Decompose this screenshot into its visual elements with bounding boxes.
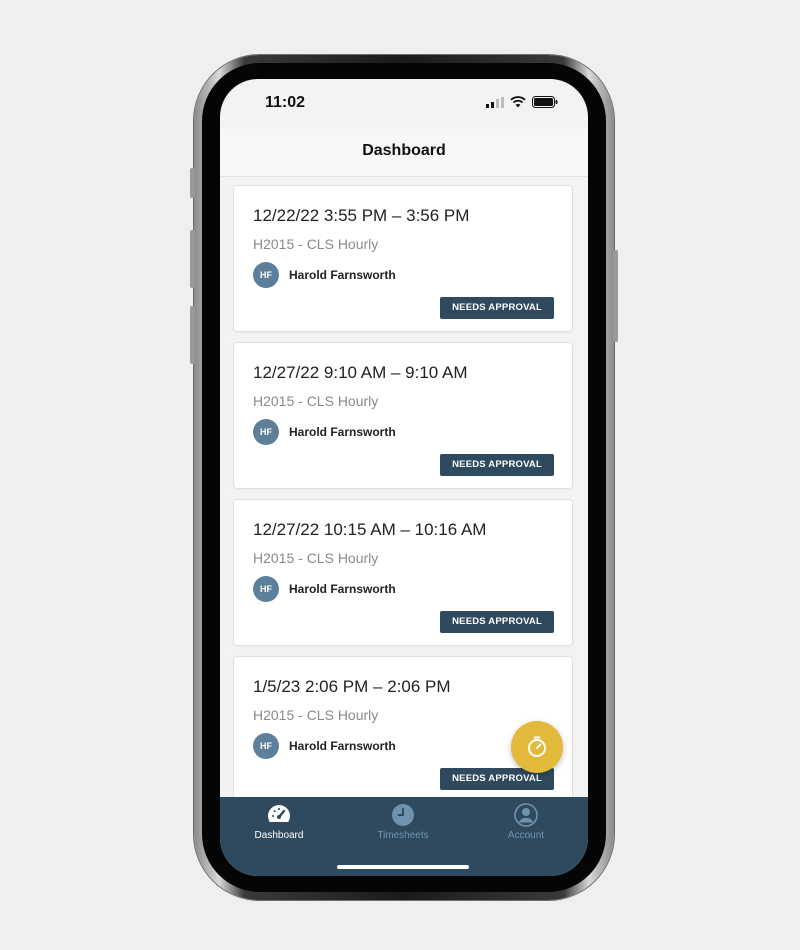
entry-user-name: Harold Farnsworth — [289, 425, 396, 439]
clock-icon — [392, 804, 414, 826]
user-icon — [514, 803, 538, 827]
entry-job-code: H2015 - CLS Hourly — [253, 707, 379, 723]
timesheet-entry-list[interactable]: 12/22/22 3:55 PM – 3:56 PM H2015 - CLS H… — [220, 176, 588, 797]
entry-time-range: 12/27/22 9:10 AM – 9:10 AM — [253, 363, 468, 382]
tab-label: Dashboard — [254, 830, 304, 841]
entry-job-code: H2015 - CLS Hourly — [253, 393, 379, 409]
timer-icon — [528, 736, 546, 757]
clock-in-fab[interactable] — [511, 721, 563, 773]
wifi-icon — [510, 96, 526, 108]
avatar: HF — [253, 262, 279, 288]
entry-time-range: 12/22/22 3:55 PM – 3:56 PM — [253, 206, 470, 225]
timesheet-entry-card[interactable]: 12/27/22 9:10 AM – 9:10 AM H2015 - CLS H… — [233, 342, 573, 489]
app-screen: 11:02 Dashboard 12/22/22 3:55 PM – 3:56 … — [220, 79, 588, 876]
tab-timesheets[interactable]: Timesheets — [353, 803, 453, 841]
signal-icon — [486, 96, 504, 108]
avatar: HF — [253, 419, 279, 445]
status-icons — [486, 96, 558, 108]
tab-dashboard[interactable]: Dashboard — [229, 803, 329, 841]
entry-user-name: Harold Farnsworth — [289, 582, 396, 596]
tab-account[interactable]: Account — [476, 803, 576, 841]
page-title: Dashboard — [362, 142, 446, 159]
app-header: Dashboard — [220, 129, 588, 177]
home-indicator[interactable] — [337, 865, 469, 869]
battery-icon — [532, 96, 558, 108]
mute-switch — [190, 168, 195, 198]
entry-user-name: Harold Farnsworth — [289, 739, 396, 753]
avatar: HF — [253, 733, 279, 759]
tab-label: Account — [507, 830, 545, 841]
speedometer-icon — [268, 805, 290, 827]
power-button — [613, 250, 618, 342]
timesheet-entry-card[interactable]: 12/22/22 3:55 PM – 3:56 PM H2015 - CLS H… — [233, 185, 573, 332]
avatar: HF — [253, 576, 279, 602]
timesheet-entry-card[interactable]: 12/27/22 10:15 AM – 10:16 AM H2015 - CLS… — [233, 499, 573, 646]
entry-job-code: H2015 - CLS Hourly — [253, 236, 379, 252]
entry-job-code: H2015 - CLS Hourly — [253, 550, 379, 566]
volume-up-button — [190, 230, 195, 288]
status-badge: NEEDS APPROVAL — [440, 454, 554, 476]
volume-down-button — [190, 306, 195, 364]
status-badge: NEEDS APPROVAL — [440, 297, 554, 319]
status-bar: 11:02 — [220, 79, 588, 129]
entry-time-range: 1/5/23 2:06 PM – 2:06 PM — [253, 677, 451, 696]
tab-label: Timesheets — [377, 830, 429, 841]
status-time: 11:02 — [265, 94, 306, 111]
entry-user-name: Harold Farnsworth — [289, 268, 396, 282]
status-badge: NEEDS APPROVAL — [440, 611, 554, 633]
entry-time-range: 12/27/22 10:15 AM – 10:16 AM — [253, 520, 487, 539]
